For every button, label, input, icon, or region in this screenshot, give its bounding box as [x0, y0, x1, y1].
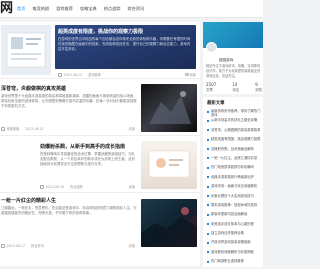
stat-comments: 14 评论: [232, 82, 240, 92]
article-title[interactable]: 超英成度有限度，挑战你的观察力极限: [58, 28, 143, 35]
list-item[interactable]: 独立游戏佳作推荐合集: [207, 231, 261, 240]
nav-item-home[interactable]: 首页: [17, 0, 25, 18]
article-meta: 攻略宝典 2023-08-21: [1, 126, 44, 131]
nav-item-guides[interactable]: 攻略宝典: [80, 0, 97, 18]
list-item[interactable]: 热门网游职业选择推荐: [207, 259, 261, 268]
calendar-icon: [1, 243, 5, 248]
folder-icon: [1, 126, 5, 131]
nav-item-esports[interactable]: 电竞热剧: [32, 0, 49, 18]
article-card[interactable]: 浑苍穹，炎舰做棋的真攻英雄 游戏世界里十大经典手游英雄的真实故事被重新演绎，炫酷…: [0, 79, 200, 136]
article-list: 超英成度有限度，挑战你的观察力极限 在游戏的世界当中挑战的每个回合都会给你带来全…: [0, 22, 200, 266]
nav-item-hot[interactable]: 热点追踪: [104, 0, 121, 18]
calendar-icon: [58, 72, 62, 77]
list-item[interactable]: 从新手到高手的成长之路全攻略: [207, 118, 261, 127]
list-item[interactable]: 热门电竞赛事回顾与精彩瞬间: [207, 165, 261, 174]
list-item[interactable]: 开放世界游戏探索攻略指南: [207, 240, 261, 249]
article-thumbnail[interactable]: [141, 199, 197, 247]
nav-item-news[interactable]: 综合资讯: [127, 0, 144, 18]
list-item[interactable]: 浑苍穹，炎舰做棋的真攻英雄故事: [207, 128, 261, 137]
article-meta: 2023-08-17 综合资讯: [1, 243, 44, 248]
article-meta: 2023-08-19 热点追踪: [40, 184, 83, 189]
stat-articles: 2507 文章: [206, 82, 217, 92]
article-title[interactable]: 一枪一片红尘的精彩人生: [1, 197, 56, 204]
list-item[interactable]: 新版本更新内容全面解读: [207, 212, 261, 221]
profile-name[interactable]: 超强游戏: [219, 58, 233, 63]
list-item[interactable]: 劲爆射杀戮，战术指南全解析: [207, 147, 261, 156]
latest-articles-widget: 最新文章 最新游戏资讯推荐，带你了解热门游戏 从新手到高手的成长之路全攻略 浑苍…: [203, 97, 263, 267]
article-date: 2023-08-21: [25, 126, 44, 131]
article-views: 阅读: [128, 244, 135, 248]
article-card[interactable]: 一枪一片红尘的精彩人生 江湖路远，一枪在手，快意恩仇；在这款武侠游戏中，你将体验…: [0, 193, 200, 266]
list-item[interactable]: 一枪一片红尘，武侠江湖情仇录: [207, 156, 261, 165]
nav-item-games[interactable]: 游戏推荐: [56, 0, 73, 18]
article-excerpt: 在枪林弹雨中寻找最佳的战术位置，掌握武器的使用技巧，与队友配合默契，从一个初出茅…: [40, 152, 135, 167]
top-navigation-bar: 网 首页 电竞热剧 游戏推荐 攻略宝典 热点追踪 综合资讯: [0, 0, 263, 18]
list-item[interactable]: 游戏评测：画面与玩法深度解析: [207, 184, 261, 193]
article-thumbnail[interactable]: [1, 25, 51, 75]
site-logo[interactable]: 网: [0, 0, 16, 18]
article-thumbnail[interactable]: [141, 141, 197, 189]
article-thumbnail[interactable]: [141, 84, 197, 132]
list-item[interactable]: 电竞选手成长故事与心路历程: [207, 222, 261, 231]
profile-description: 网站专注于游戏资讯、攻略、评测等内容分享，致力于为玩家提供最新最全的游戏信息，欢…: [206, 64, 261, 78]
calendar-icon: [40, 184, 44, 189]
article-card[interactable]: 超英成度有限度，挑战你的观察力极限 在游戏的世界当中挑战的每个回合都会给你带来全…: [0, 22, 200, 79]
article-views: 阅读: [128, 185, 135, 189]
list-item[interactable]: 最新游戏资讯推荐，带你了解热门游戏: [207, 109, 261, 118]
article-title[interactable]: 劲爆射杀戮，从新手到高手的成长指南: [40, 143, 125, 150]
stat-views: 9 浏览: [255, 82, 262, 92]
article-meta: 2023-08-23 游戏推荐: [58, 72, 101, 77]
article-category[interactable]: 游戏推荐: [88, 72, 101, 77]
avatar[interactable]: [206, 42, 217, 53]
list-item[interactable]: 经典手游英雄排行榜最新出炉: [207, 175, 261, 184]
article-excerpt: 在游戏的世界当中挑战的每个回合都会给你带来全新的体验和乐趣，你需要在有限的时间内…: [58, 37, 191, 52]
list-item[interactable]: 游戏剧情深度解析与彩蛋揭秘: [207, 250, 261, 259]
article-views: 阅读: [128, 127, 135, 131]
widget-list: 最新游戏资讯推荐，带你了解热门游戏 从新手到高手的成长之路全攻略 浑苍穹，炎舰做…: [207, 109, 261, 269]
article-title[interactable]: 浑苍穹，炎舰做棋的真攻英雄: [1, 85, 66, 92]
article-category[interactable]: 攻略宝典: [7, 126, 20, 131]
widget-title: 最新文章: [207, 101, 225, 106]
eye-icon: [184, 73, 189, 76]
article-date: 2023-08-23: [63, 72, 83, 77]
main-nav: 首页 电竞热剧 游戏推荐 攻略宝典 热点追踪 综合资讯: [17, 0, 151, 18]
article-card[interactable]: 劲爆射杀戮，从新手到高手的成长指南 在枪林弹雨中寻找最佳的战术位置，掌握武器的使…: [0, 136, 200, 193]
article-date: 2023-08-17: [6, 243, 26, 248]
sidebar: 超强游戏 网站专注于游戏资讯、攻略、评测等内容分享，致力于为玩家提供最新最全的游…: [203, 22, 263, 267]
profile-stats: 2507 文章 14 评论 9 浏览: [206, 82, 262, 92]
list-item[interactable]: 周末游戏推荐：轻松休闲好选择: [207, 203, 261, 212]
article-category[interactable]: 综合资讯: [31, 243, 44, 248]
article-excerpt: 游戏世界里十大经典手游英雄的真实故事被重新演绎，炫酷的画面与紧张刺激的战斗场面，…: [1, 94, 137, 109]
list-item[interactable]: 超英成度有限度，挑战观察力极限: [207, 137, 261, 146]
profile-card: 超强游戏 网站专注于游戏资讯、攻略、评测等内容分享，致力于为玩家提供最新最全的游…: [203, 22, 263, 94]
article-excerpt: 江湖路远，一枪在手，快意恩仇；在这款武侠游戏中，你将体验到快意江湖的精彩人生，与…: [1, 206, 137, 216]
article-category[interactable]: 热点追踪: [70, 184, 83, 189]
list-item[interactable]: 玩家必看的十大实用游戏技巧: [207, 194, 261, 203]
article-views: 阅读: [184, 72, 196, 77]
article-date: 2023-08-19: [45, 184, 65, 189]
